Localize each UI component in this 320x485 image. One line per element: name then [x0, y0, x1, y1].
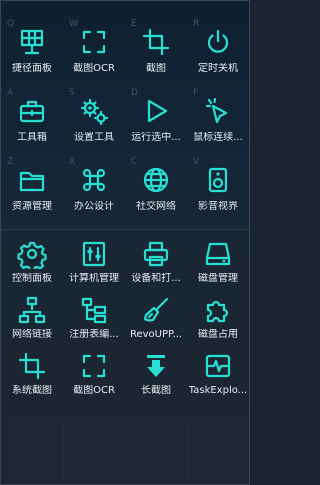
hotkey-label: Z: [7, 157, 14, 167]
hotkey-label: C: [131, 157, 138, 167]
top-grid-item-label: 设置工具: [74, 132, 114, 143]
mouse-click-icon: [203, 96, 233, 126]
bottom-grid-item[interactable]: 注册表编...: [63, 295, 125, 351]
hotkey-label: W: [69, 19, 78, 29]
toolbox-icon: [17, 96, 47, 126]
play-icon: [141, 96, 171, 126]
top-grid-item-label: 资源管理: [12, 201, 52, 212]
control-panel-icon: [79, 239, 109, 269]
network-icon: [17, 295, 47, 325]
footer-divider: [125, 424, 126, 484]
top-grid-item[interactable]: S 设置工具: [63, 88, 125, 163]
bottom-grid: 控制面板 计算机管理 设备和打... 磁盘管理网络链接 注册表编... RevoUPP..…: [1, 239, 249, 407]
footer-divider: [63, 424, 64, 484]
top-grid-item-label: 运行选中...: [131, 132, 181, 143]
bottom-grid-item[interactable]: TaskExplo...: [187, 351, 249, 407]
top-grid-item-label: 定时关机: [198, 63, 238, 74]
hotkey-label: F: [193, 88, 199, 98]
footer-lines: [1, 424, 249, 484]
top-grid-item-label: 捷径面板: [12, 63, 52, 74]
bottom-grid-item[interactable]: 计算机管理: [63, 239, 125, 295]
bottom-grid-item-label: 设备和打...: [131, 273, 181, 284]
folder-icon: [17, 165, 47, 195]
bottom-grid-item-label: 磁盘占用: [198, 329, 238, 340]
crop-icon: [141, 27, 171, 57]
bottom-grid-item[interactable]: 磁盘占用: [187, 295, 249, 351]
bottom-grid-item[interactable]: RevoUPP...: [125, 295, 187, 351]
hotkey-label: V: [193, 157, 200, 167]
speaker-icon: [203, 165, 233, 195]
bottom-grid-item[interactable]: 系统截图: [1, 351, 63, 407]
bottom-grid-item-label: 磁盘管理: [198, 273, 238, 284]
globe-icon: [141, 165, 171, 195]
disk-drive-icon: [203, 239, 233, 269]
broom-icon: [141, 295, 171, 325]
hotkey-label: S: [69, 88, 75, 98]
bottom-grid-item[interactable]: 磁盘管理: [187, 239, 249, 295]
top-grid: Q 捷径面板 W 截图OCR E 截图 R 定时关机 A 工具箱 S 设置工具 D 运行选中... F 鼠标连…: [1, 19, 249, 232]
registry-tree-icon: [79, 295, 109, 325]
top-grid-item[interactable]: E 截图: [125, 19, 187, 94]
top-grid-item[interactable]: F 鼠标连续...: [187, 88, 249, 163]
hotkey-label: E: [131, 19, 137, 29]
hotkey-label: X: [69, 157, 76, 167]
top-grid-item[interactable]: Q 捷径面板: [1, 19, 63, 94]
hotkey-label: R: [193, 19, 200, 29]
screenshot-frame-icon: [79, 27, 109, 57]
bottom-grid-item-label: 计算机管理: [69, 273, 119, 284]
power-icon: [203, 27, 233, 57]
bottom-grid-item-label: 长截图: [141, 385, 171, 396]
top-grid-item-label: 截图OCR: [73, 63, 115, 74]
top-grid-item[interactable]: A 工具箱: [1, 88, 63, 163]
hotkey-label: Q: [7, 19, 15, 29]
hotkey-label: A: [7, 88, 14, 98]
bottom-grid-item-label: 截图OCR: [73, 385, 115, 396]
top-grid-item[interactable]: C 社交网络: [125, 157, 187, 232]
top-grid-item[interactable]: D 运行选中...: [125, 88, 187, 163]
bottom-grid-item-label: RevoUPP...: [129, 329, 183, 340]
bottom-grid-section: 控制面板 计算机管理 设备和打... 磁盘管理网络链接 注册表编... RevoUPP..…: [1, 239, 249, 407]
top-grid-item-label: 鼠标连续...: [193, 132, 243, 143]
bottom-grid-item-label: 网络链接: [12, 329, 52, 340]
top-grid-item[interactable]: V 影音视界: [187, 157, 249, 232]
top-grid-item-label: 工具箱: [17, 132, 47, 143]
top-grid-item[interactable]: X 办公设计: [63, 157, 125, 232]
gears-icon: [79, 96, 109, 126]
command-icon: [79, 165, 109, 195]
crop-icon: [17, 351, 47, 381]
top-grid-section: Q 捷径面板 W 截图OCR E 截图 R 定时关机 A 工具箱 S 设置工具 D 运行选中... F 鼠标连…: [1, 19, 249, 232]
puzzle-icon: [203, 295, 233, 325]
download-arrow-icon: [141, 351, 171, 381]
bottom-grid-item[interactable]: 控制面板: [1, 239, 63, 295]
bottom-grid-item[interactable]: 长截图: [125, 351, 187, 407]
bottom-grid-item[interactable]: 网络链接: [1, 295, 63, 351]
gear-icon: [17, 239, 47, 269]
screenshot-frame-icon: [79, 351, 109, 381]
top-grid-item-label: 截图: [146, 63, 166, 74]
top-grid-item[interactable]: Z 资源管理: [1, 157, 63, 232]
bottom-grid-item-label: 注册表编...: [69, 329, 119, 340]
solar-panel-icon: [17, 27, 47, 57]
bottom-grid-item[interactable]: 截图OCR: [63, 351, 125, 407]
footer-divider: [187, 424, 188, 484]
bottom-grid-item-label: 系统截图: [12, 385, 52, 396]
bottom-grid-item[interactable]: 设备和打...: [125, 239, 187, 295]
bottom-grid-item-label: 控制面板: [12, 273, 52, 284]
hotkey-label: D: [131, 88, 138, 98]
top-grid-item-label: 影音视界: [198, 201, 238, 212]
printer-icon: [141, 239, 171, 269]
launcher-panel: Q 捷径面板 W 截图OCR E 截图 R 定时关机 A 工具箱 S 设置工具 D 运行选中... F 鼠标连…: [0, 0, 250, 485]
top-grid-item[interactable]: W 截图OCR: [63, 19, 125, 94]
top-grid-item-label: 社交网络: [136, 201, 176, 212]
pulse-monitor-icon: [203, 351, 233, 381]
bottom-grid-item-label: TaskExplo...: [188, 385, 248, 396]
top-grid-item[interactable]: R 定时关机: [187, 19, 249, 94]
top-grid-item-label: 办公设计: [74, 201, 114, 212]
section-divider: [1, 229, 249, 230]
